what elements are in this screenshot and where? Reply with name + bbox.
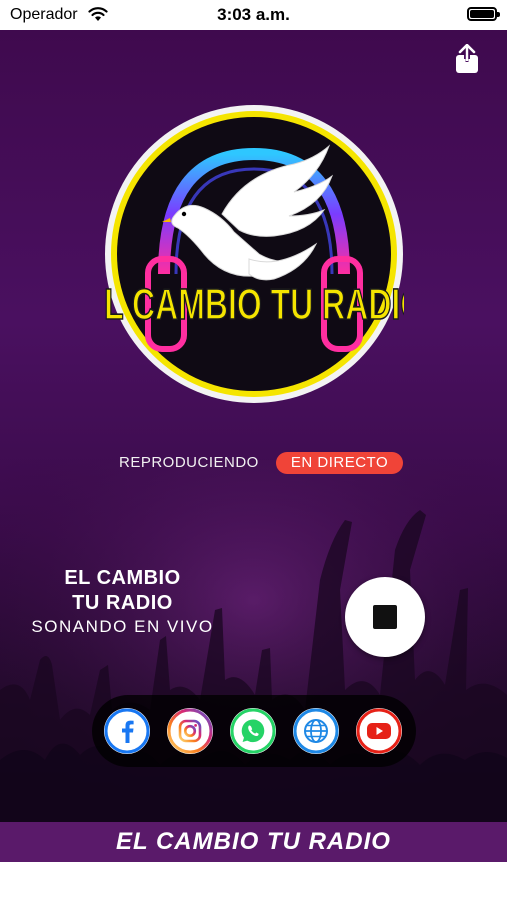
youtube-icon [356,708,402,754]
now-playing-row: REPRODUCIENDO EN DIRECTO [0,452,507,476]
whatsapp-button[interactable] [230,708,276,754]
station-name-line1: EL CAMBIO [64,567,181,589]
footer-title: EL CAMBIO TU RADIO [116,828,391,855]
logo-text: EL CAMBIO TU RADIO [104,281,404,329]
status-bar: Operador 3:03 a.m. [0,0,507,30]
station-logo: EL CAMBIO TU RADIO [104,105,404,403]
now-playing-label: REPRODUCIENDO [119,454,259,471]
radio-player-screen: EL CAMBIO TU RADIO REPRODUCIENDO EN DIRE… [0,30,507,862]
battery-icon [467,7,500,21]
website-button[interactable] [293,708,339,754]
youtube-button[interactable] [356,708,402,754]
status-time: 3:03 a.m. [217,5,290,24]
instagram-button[interactable] [167,708,213,754]
facebook-icon [104,708,150,754]
footer-banner: EL CAMBIO TU RADIO [0,822,507,862]
stop-icon [373,605,397,629]
whatsapp-icon [230,708,276,754]
instagram-icon [167,708,213,754]
facebook-button[interactable] [104,708,150,754]
concert-crowd-background [0,460,507,862]
share-icon[interactable] [453,44,481,74]
station-name-line2: TU RADIO [72,592,173,614]
station-info: EL CAMBIO TU RADIO SONANDO EN VIVO [0,566,245,638]
station-status: SONANDO EN VIVO [31,617,214,636]
globe-icon [293,708,339,754]
social-links-bar [92,695,416,767]
stop-button[interactable] [345,577,425,657]
live-badge: EN DIRECTO [276,452,403,474]
